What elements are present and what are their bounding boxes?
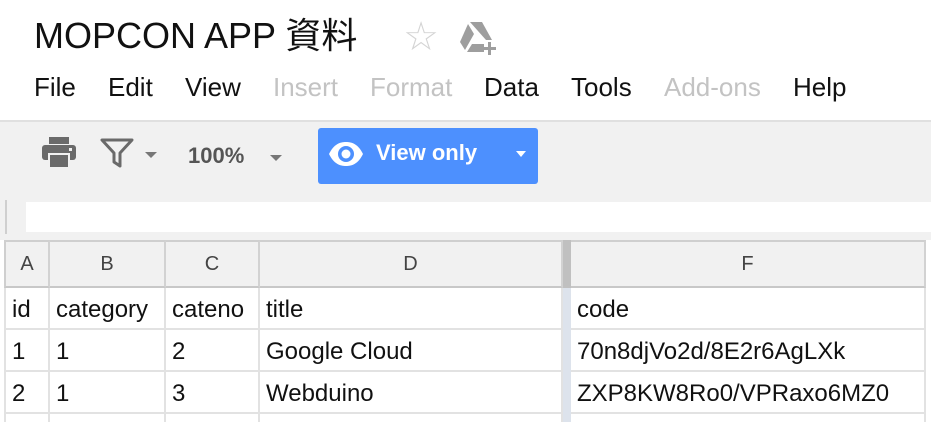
star-icon[interactable]: ☆: [402, 17, 440, 57]
cell-c1[interactable]: cateno: [166, 288, 260, 330]
cell-d4[interactable]: [260, 414, 563, 422]
filter-icon[interactable]: [100, 138, 134, 168]
cell-a4[interactable]: [4, 414, 50, 422]
menu-format: Format: [370, 72, 453, 102]
cell-a2[interactable]: 1: [4, 330, 50, 372]
zoom-dropdown-caret[interactable]: [270, 155, 282, 161]
menu-insert: Insert: [273, 72, 339, 102]
menu-data[interactable]: Data: [484, 70, 539, 104]
cell-b4[interactable]: [50, 414, 166, 422]
document-title[interactable]: MOPCON APP 資料: [34, 14, 357, 58]
menu-view[interactable]: View: [185, 70, 241, 104]
menu-file[interactable]: File: [34, 70, 76, 104]
cell-d2[interactable]: Google Cloud: [260, 330, 563, 372]
formula-bar-divider: [5, 200, 7, 234]
cell-f2[interactable]: 70n8djVo2d/8E2r6AgLXk: [571, 330, 926, 372]
column-header-f[interactable]: F: [571, 240, 926, 288]
cell-f3[interactable]: ZXP8KW8Ro0/VPRaxo6MZ0: [571, 372, 926, 414]
print-icon[interactable]: [40, 136, 78, 170]
view-only-label: View only: [376, 140, 478, 165]
cell-a3[interactable]: 2: [4, 372, 50, 414]
cell-b2[interactable]: 1: [50, 330, 166, 372]
add-to-drive-icon[interactable]: [458, 20, 498, 56]
menu-help[interactable]: Help: [793, 70, 846, 104]
frozen-column-handle[interactable]: [563, 240, 571, 288]
column-header-d[interactable]: D: [260, 240, 563, 288]
filter-dropdown-caret[interactable]: [145, 152, 157, 158]
frozen-column-divider: [563, 288, 571, 422]
menu-edit[interactable]: Edit: [108, 70, 153, 104]
cell-c2[interactable]: 2: [166, 330, 260, 372]
cell-d3[interactable]: Webduino: [260, 372, 563, 414]
menu-add-ons: Add-ons: [664, 72, 761, 102]
menu-tools[interactable]: Tools: [571, 70, 632, 104]
column-header-a[interactable]: A: [4, 240, 50, 288]
column-header-b[interactable]: B: [50, 240, 166, 288]
formula-input[interactable]: [26, 202, 931, 232]
cell-d1[interactable]: title: [260, 288, 563, 330]
cell-f1[interactable]: code: [571, 288, 926, 330]
cell-c4[interactable]: [166, 414, 260, 422]
eye-icon: [328, 136, 364, 172]
zoom-level[interactable]: 100%: [188, 142, 244, 170]
cell-a1[interactable]: id: [4, 288, 50, 330]
cell-b3[interactable]: 1: [50, 372, 166, 414]
column-header-c[interactable]: C: [166, 240, 260, 288]
cell-b1[interactable]: category: [50, 288, 166, 330]
cell-f4[interactable]: [571, 414, 926, 422]
view-mode-dropdown-caret[interactable]: [516, 151, 526, 157]
cell-c3[interactable]: 3: [166, 372, 260, 414]
